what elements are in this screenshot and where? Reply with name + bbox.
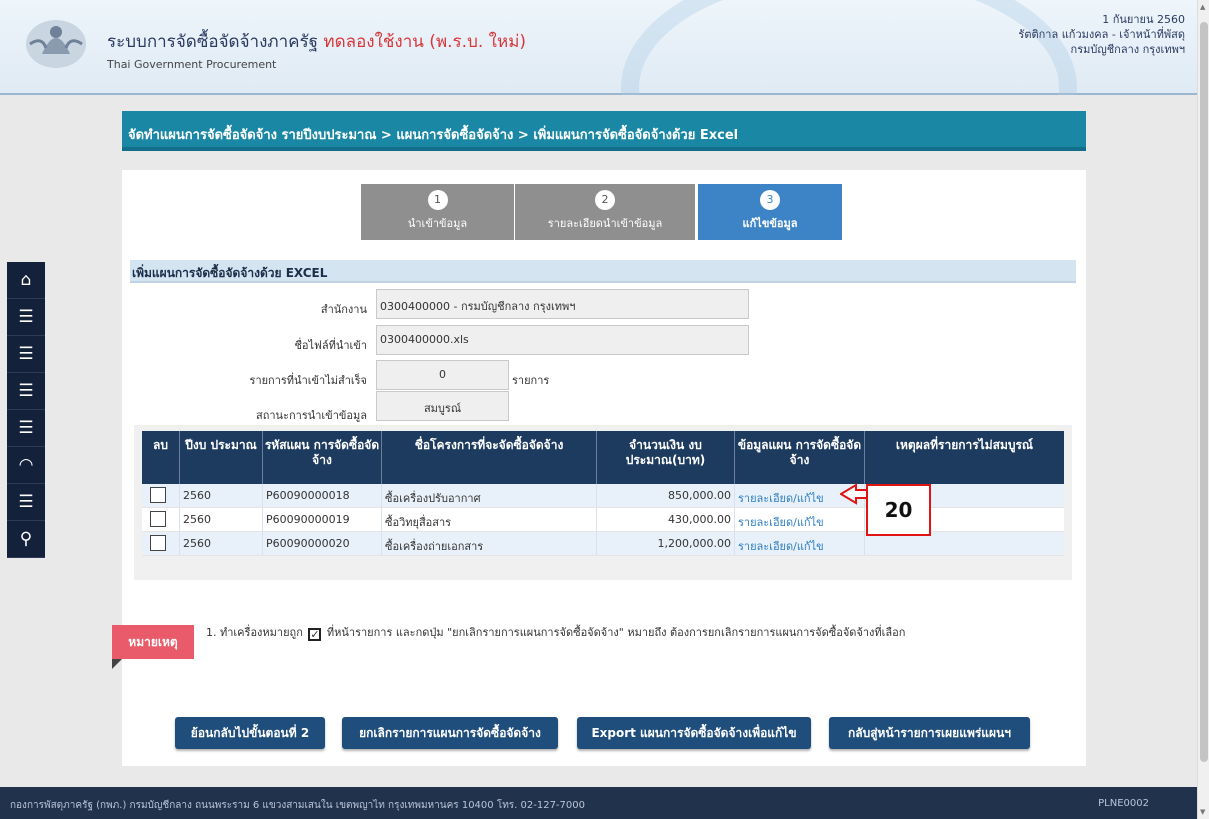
cell-plan-link: รายละเอียด/แก้ไข: [735, 532, 865, 555]
file-label: ชื่อไฟล์ที่นำเข้า: [294, 339, 367, 352]
menu-icon[interactable]: ☰: [7, 484, 45, 521]
search-icon[interactable]: ⚲: [7, 521, 45, 558]
failed-count-field: 0: [376, 360, 509, 390]
footer: กองการพัสดุภาครัฐ (กพภ.) กรมบัญชีกลาง ถน…: [0, 787, 1197, 819]
system-subtitle: Thai Government Procurement: [107, 58, 277, 71]
detail-edit-link[interactable]: รายละเอียด/แก้ไข: [738, 540, 824, 553]
trial-label: ทดลองใช้งาน (พ.ร.บ. ใหม่): [323, 32, 527, 52]
menu-icon[interactable]: ☰: [7, 373, 45, 410]
home-icon[interactable]: ⌂: [7, 262, 45, 299]
th-delete: ลบ: [142, 431, 180, 484]
note-text: 1. ทำเครื่องหมายถูก ✓ ที่หน้ารายการ และก…: [206, 623, 905, 641]
note-tag: หมายเหตุ: [112, 625, 194, 659]
detail-edit-link[interactable]: รายละเอียด/แก้ไข: [738, 516, 824, 529]
note-text-after: ที่หน้ารายการ และกดปุ่ม "ยกเลิกรายการแผน…: [326, 626, 906, 639]
th-year: ปีงบ ประมาณ: [180, 431, 263, 484]
scroll-down-icon[interactable]: ▼: [1200, 808, 1205, 816]
header-divider: [0, 93, 1197, 95]
cell-plan-link: รายละเอียด/แก้ไข: [735, 508, 865, 531]
export-plan-button[interactable]: Export แผนการจัดซื้อจัดจ้างเพื่อแก้ไข: [577, 717, 811, 749]
left-icon-bar: ⌂ ☰ ☰ ☰ ☰ ◠ ☰ ⚲: [7, 262, 45, 558]
step-2-number: 2: [595, 190, 615, 210]
office-field: 0300400000 - กรมบัญชีกลาง กรุงเทพฯ: [376, 289, 749, 319]
current-date: 1 กันยายน 2560: [1102, 13, 1185, 26]
step-1[interactable]: 1 นำเข้าข้อมูล: [361, 184, 514, 240]
th-project: ชื่อโครงการที่จะจัดซื้อจัดจ้าง: [382, 431, 597, 484]
th-amount: จำนวนเงิน งบประมาณ(บาท): [597, 431, 735, 484]
cell-amount: 430,000.00: [597, 508, 735, 531]
row-checkbox[interactable]: [150, 487, 166, 503]
row-checkbox-cell: [142, 508, 180, 531]
system-title: ระบบการจัดซื้อจัดจ้างภาครัฐ ทดลองใช้งาน …: [107, 28, 526, 55]
menu-icon[interactable]: ☰: [7, 410, 45, 447]
step-2[interactable]: 2 รายละเอียดนำเข้าข้อมูล: [515, 184, 695, 240]
cell-year: 2560: [180, 532, 263, 555]
cell-project: ซื้อเครื่องถ่ายเอกสาร: [382, 532, 597, 555]
table-header: ลบ ปีงบ ประมาณ รหัสแผน การจัดซื้อจัดจ้าง…: [142, 431, 1064, 484]
user-info: 1 กันยายน 2560 รัตติกาล แก้วมงคล - เจ้าห…: [1018, 12, 1185, 57]
step-3[interactable]: 3 แก้ไขข้อมูล: [698, 184, 842, 240]
user-name[interactable]: รัตติกาล แก้วมงคล - เจ้าหน้าที่พัสดุ: [1018, 27, 1185, 42]
return-to-list-button[interactable]: กลับสู่หน้ารายการเผยแพร่แผนฯ: [829, 717, 1030, 749]
status-label: สถานะการนำเข้าข้อมูล: [256, 409, 367, 422]
row-checkbox[interactable]: [150, 535, 166, 551]
main-panel: 1 นำเข้าข้อมูล 2 รายละเอียดนำเข้าข้อมูล …: [122, 170, 1086, 766]
th-plan-info: ข้อมูลแผน การจัดซื้อจัดจ้าง: [735, 431, 865, 484]
step-2-label: รายละเอียดนำเข้าข้อมูล: [547, 217, 663, 230]
th-reason: เหตุผลที่รายการไม่สมบูรณ์: [895, 438, 1034, 452]
cell-code: P60090000018: [263, 484, 382, 507]
breadcrumb: จัดทำแผนการจัดซื้อจัดจ้าง รายปีงบประมาณ …: [122, 111, 1086, 151]
cell-project: ซื้อวิทยุสื่อสาร: [382, 508, 597, 531]
row-checkbox-cell: [142, 532, 180, 555]
th-plan-code: รหัสแผน การจัดซื้อจัดจ้าง: [263, 431, 382, 484]
cell-year: 2560: [180, 484, 263, 507]
menu-icon[interactable]: ☰: [7, 299, 45, 336]
checkmark-icon: ✓: [308, 628, 322, 641]
step-3-label: แก้ไขข้อมูล: [742, 217, 798, 230]
note-tag-tail: [112, 659, 122, 669]
callout-label: 20: [866, 484, 931, 536]
office-label: สำนักงาน: [320, 303, 367, 316]
section-title: เพิ่มแผนการจัดซื้อจัดจ้างด้วย EXCEL: [130, 260, 1076, 283]
failed-unit: รายการ: [512, 374, 550, 387]
step-1-number: 1: [427, 190, 448, 210]
file-field: 0300400000.xls: [376, 325, 749, 355]
back-to-step-2-button[interactable]: ย้อนกลับไปขั้นตอนที่ 2: [175, 717, 325, 749]
detail-edit-link[interactable]: รายละเอียด/แก้ไข: [738, 492, 824, 505]
cell-year: 2560: [180, 508, 263, 531]
cell-project: ซื้อเครื่องปรับอากาศ: [382, 484, 597, 507]
footer-address: กองการพัสดุภาครัฐ (กพภ.) กรมบัญชีกลาง ถน…: [10, 800, 585, 811]
user-org: กรมบัญชีกลาง กรุงเทพฯ: [1070, 43, 1185, 56]
header: ระบบการจัดซื้อจัดจ้างภาครัฐ ทดลองใช้งาน …: [0, 0, 1197, 95]
cell-amount: 1,200,000.00: [597, 532, 735, 555]
step-3-number: 3: [760, 190, 780, 210]
cell-amount: 850,000.00: [597, 484, 735, 507]
menu-icon[interactable]: ☰: [7, 336, 45, 373]
status-field: สมบูรณ์: [376, 391, 509, 421]
cancel-plan-items-button[interactable]: ยกเลิกรายการแผนการจัดซื้อจัดจ้าง: [342, 717, 558, 749]
garuda-logo: [26, 20, 86, 68]
row-checkbox[interactable]: [150, 511, 166, 527]
page-code: PLNE0002: [1098, 798, 1149, 809]
import-table: ลบ ปีงบ ประมาณ รหัสแผน การจัดซื้อจัดจ้าง…: [134, 425, 1072, 580]
scroll-thumb[interactable]: [1200, 22, 1208, 762]
step-1-label: นำเข้าข้อมูล: [407, 217, 468, 230]
note-text-before: 1. ทำเครื่องหมายถูก: [206, 626, 303, 639]
arc-icon[interactable]: ◠: [7, 447, 45, 484]
page-scrollbar[interactable]: ▲ ▼: [1197, 0, 1209, 819]
system-title-text: ระบบการจัดซื้อจัดจ้างภาครัฐ: [107, 32, 319, 52]
cell-code: P60090000020: [263, 532, 382, 555]
cell-code: P60090000019: [263, 508, 382, 531]
failed-label: รายการที่นำเข้าไม่สำเร็จ: [249, 374, 367, 387]
scroll-up-icon[interactable]: ▲: [1200, 3, 1205, 11]
row-checkbox-cell: [142, 484, 180, 507]
